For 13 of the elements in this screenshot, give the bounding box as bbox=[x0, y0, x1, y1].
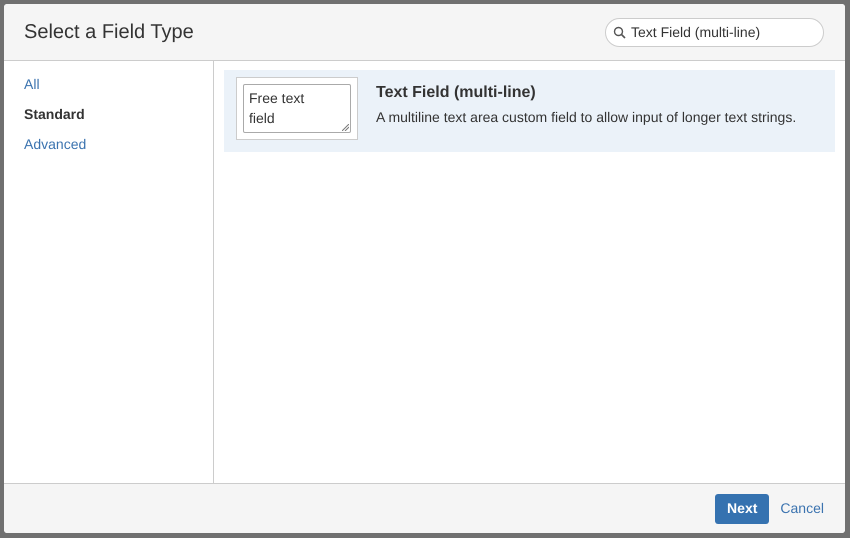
search-icon bbox=[613, 26, 626, 38]
dialog-title: Select a Field Type bbox=[24, 20, 194, 45]
field-type-description: A multiline text area custom field to allow input of longer text strings. bbox=[376, 108, 796, 127]
field-type-name: Text Field (multi-line) bbox=[376, 83, 537, 103]
sidebar-item[interactable]: Advanced bbox=[24, 134, 86, 155]
sidebar-item[interactable]: All bbox=[24, 74, 40, 95]
preview-textarea: Free text field bbox=[243, 84, 351, 133]
search-field[interactable]: Text Field (multi-line) bbox=[605, 18, 824, 46]
sidebar-item[interactable]: Standard bbox=[24, 104, 85, 125]
next-button[interactable]: Next bbox=[715, 494, 770, 524]
cancel-link[interactable]: Cancel bbox=[780, 498, 824, 519]
resize-grip-icon bbox=[342, 124, 349, 131]
field-type-option[interactable]: Free text field Text Field (multi-line) A multiline text area custom field to allow input of longer text strings. bbox=[224, 70, 835, 152]
